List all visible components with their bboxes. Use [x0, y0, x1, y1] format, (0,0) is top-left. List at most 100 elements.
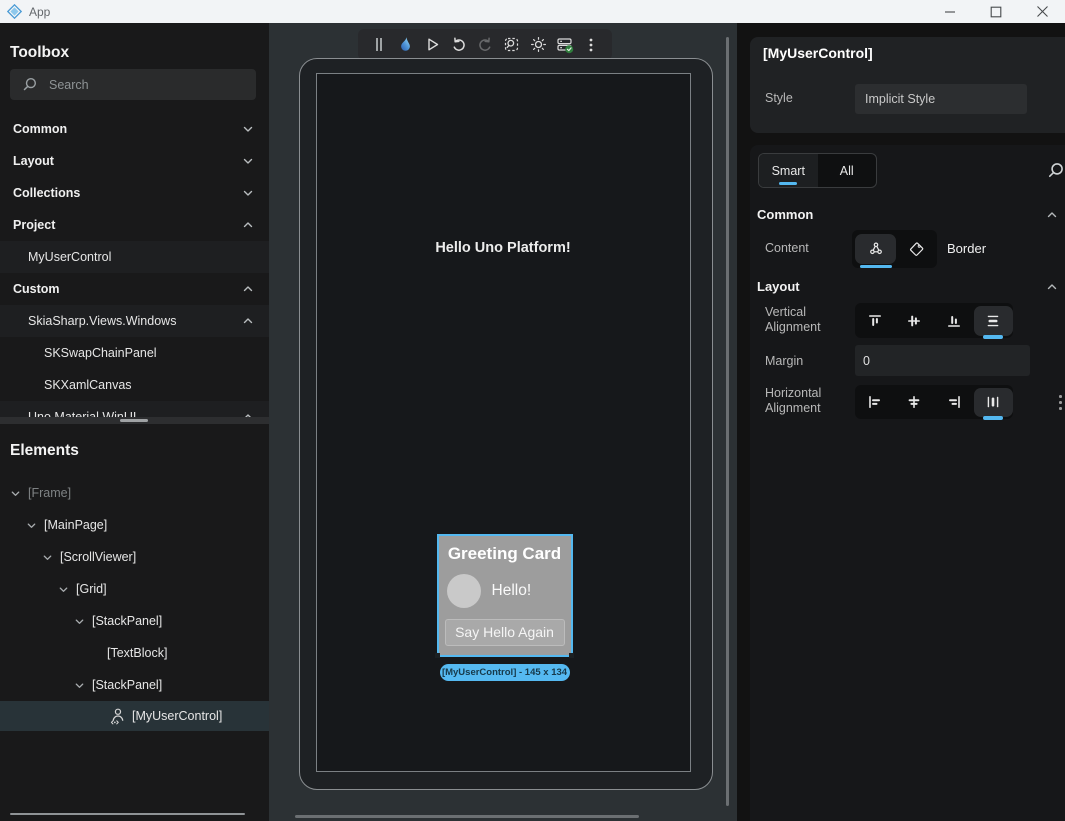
- hello-text: Hello Uno Platform!: [317, 240, 690, 256]
- content-element-toggle[interactable]: [855, 234, 896, 264]
- toolbox-item-myusercontrol[interactable]: MyUserControl: [0, 241, 269, 273]
- toolbox-section-layout[interactable]: Layout: [0, 145, 269, 177]
- toolbox-panel: Toolbox Common Layout Collections Projec…: [0, 23, 269, 821]
- valign-top-button[interactable]: [855, 303, 895, 338]
- chevron-down-icon: [58, 584, 69, 595]
- window-title: App: [29, 5, 50, 19]
- margin-label: Margin: [765, 354, 803, 368]
- toolbar-drag-handle[interactable]: [367, 29, 391, 60]
- toolbox-search[interactable]: [10, 69, 256, 100]
- minimize-button[interactable]: [927, 0, 973, 23]
- chevron-down-icon: [42, 552, 53, 563]
- chevron-up-icon: [242, 283, 254, 295]
- toolbox-section-common[interactable]: Common: [0, 113, 269, 145]
- canvas-toolbar: [358, 29, 612, 60]
- toolbox-group-skiasharp[interactable]: SkiaSharp.Views.Windows: [0, 305, 269, 337]
- maximize-button[interactable]: [973, 0, 1019, 23]
- content-label: Content: [765, 241, 809, 255]
- selected-control-card: [MyUserControl] Style: [750, 37, 1065, 133]
- chevron-down-icon: [74, 680, 85, 691]
- more-options-icon[interactable]: [1059, 395, 1062, 410]
- elements-title: Elements: [10, 442, 79, 460]
- tree-item-scrollviewer[interactable]: [ScrollViewer]: [0, 541, 269, 573]
- vertical-alignment-group: [855, 303, 1013, 338]
- halign-center-button[interactable]: [895, 385, 935, 419]
- tree-item-textblock[interactable]: [TextBlock]: [0, 637, 269, 669]
- vertical-alignment-label: VerticalAlignment: [765, 305, 821, 335]
- element-search-button[interactable]: [500, 29, 524, 60]
- horizontal-alignment-label: HorizontalAlignment: [765, 386, 821, 416]
- app-logo-icon: [7, 4, 22, 19]
- usercontrol-icon: [108, 707, 127, 726]
- tag-icon: [908, 241, 925, 258]
- tab-all[interactable]: All: [818, 154, 877, 187]
- hot-reload-flame-icon[interactable]: [394, 29, 418, 60]
- halign-left-button[interactable]: [855, 385, 895, 419]
- more-options-button[interactable]: [579, 29, 603, 60]
- properties-panel: [MyUserControl] Style Smart All Common C…: [737, 23, 1065, 821]
- content-tag-toggle[interactable]: [896, 230, 937, 268]
- toolbox-item-skswapchainpanel[interactable]: SKSwapChainPanel: [0, 337, 269, 369]
- chevron-up-icon[interactable]: [1046, 281, 1058, 293]
- properties-tabs: Smart All: [758, 153, 877, 188]
- chevron-down-icon: [242, 187, 254, 199]
- tree-item-frame[interactable]: [Frame]: [0, 477, 269, 509]
- close-button[interactable]: [1019, 0, 1065, 23]
- molecule-icon: [868, 241, 884, 257]
- content-value: Border: [947, 241, 986, 256]
- toolbox-scrollbar[interactable]: [0, 417, 269, 424]
- toolbox-section-custom[interactable]: Custom: [0, 273, 269, 305]
- tab-smart[interactable]: Smart: [759, 154, 818, 187]
- section-common-label: Common: [757, 207, 813, 222]
- titlebar: App: [0, 0, 1065, 23]
- style-label: Style: [765, 91, 793, 105]
- content-toggle-group: [852, 230, 937, 268]
- chevron-up-icon[interactable]: [1046, 209, 1058, 221]
- chevron-down-icon: [242, 155, 254, 167]
- device-frame: Hello Uno Platform! Greeting Card Hello!…: [299, 58, 713, 790]
- tree-item-myusercontrol[interactable]: [MyUserControl]: [0, 701, 269, 731]
- resize-handle[interactable]: [569, 653, 574, 658]
- search-icon: [22, 77, 37, 92]
- halign-right-button[interactable]: [934, 385, 974, 419]
- horizontal-alignment-group: [855, 385, 1013, 419]
- resize-handle[interactable]: [435, 653, 440, 658]
- tree-item-grid[interactable]: [Grid]: [0, 573, 269, 605]
- rules-check-button[interactable]: [553, 29, 577, 60]
- tree-item-stackpanel-2[interactable]: [StackPanel]: [0, 669, 269, 701]
- toolbox-item-skxamlcanvas[interactable]: SKXamlCanvas: [0, 369, 269, 401]
- toolbox-title: Toolbox: [10, 44, 69, 62]
- canvas-hscrollbar[interactable]: [295, 815, 639, 818]
- greeting-card-selection[interactable]: Greeting Card Hello! Say Hello Again: [437, 534, 573, 657]
- selection-size-label: [MyUserControl] - 145 x 134: [440, 664, 570, 681]
- tree-item-stackpanel-1[interactable]: [StackPanel]: [0, 605, 269, 637]
- margin-input[interactable]: [855, 345, 1030, 376]
- say-hello-again-button[interactable]: Say Hello Again: [445, 619, 565, 646]
- valign-stretch-button[interactable]: [974, 306, 1014, 336]
- undo-button[interactable]: [447, 29, 471, 60]
- elements-panel: Elements [Frame] [MainPage] [ScrollViewe…: [0, 424, 269, 821]
- theme-toggle-button[interactable]: [526, 29, 550, 60]
- chevron-down-icon: [242, 123, 254, 135]
- avatar-circle: [447, 574, 481, 608]
- redo-button[interactable]: [473, 29, 497, 60]
- selected-control-title: [MyUserControl]: [763, 45, 873, 61]
- valign-bottom-button[interactable]: [934, 303, 974, 338]
- greeting-card-title: Greeting Card: [439, 544, 571, 564]
- properties-search-icon[interactable]: [1047, 162, 1064, 179]
- tree-item-mainpage[interactable]: [MainPage]: [0, 509, 269, 541]
- chevron-up-icon: [242, 315, 254, 327]
- play-button[interactable]: [420, 29, 444, 60]
- chevron-down-icon: [10, 488, 21, 499]
- style-input[interactable]: [855, 84, 1027, 114]
- device-screen: Hello Uno Platform! Greeting Card Hello!…: [316, 73, 691, 772]
- valign-center-button[interactable]: [895, 303, 935, 338]
- elements-hscrollbar[interactable]: [10, 813, 245, 816]
- greeting-text: Hello!: [492, 582, 532, 600]
- toolbox-section-project[interactable]: Project: [0, 209, 269, 241]
- toolbox-section-collections[interactable]: Collections: [0, 177, 269, 209]
- canvas-vscrollbar[interactable]: [726, 37, 729, 806]
- halign-stretch-button[interactable]: [974, 388, 1014, 417]
- toolbox-search-input[interactable]: [49, 78, 229, 92]
- design-canvas: Hello Uno Platform! Greeting Card Hello!…: [269, 23, 737, 821]
